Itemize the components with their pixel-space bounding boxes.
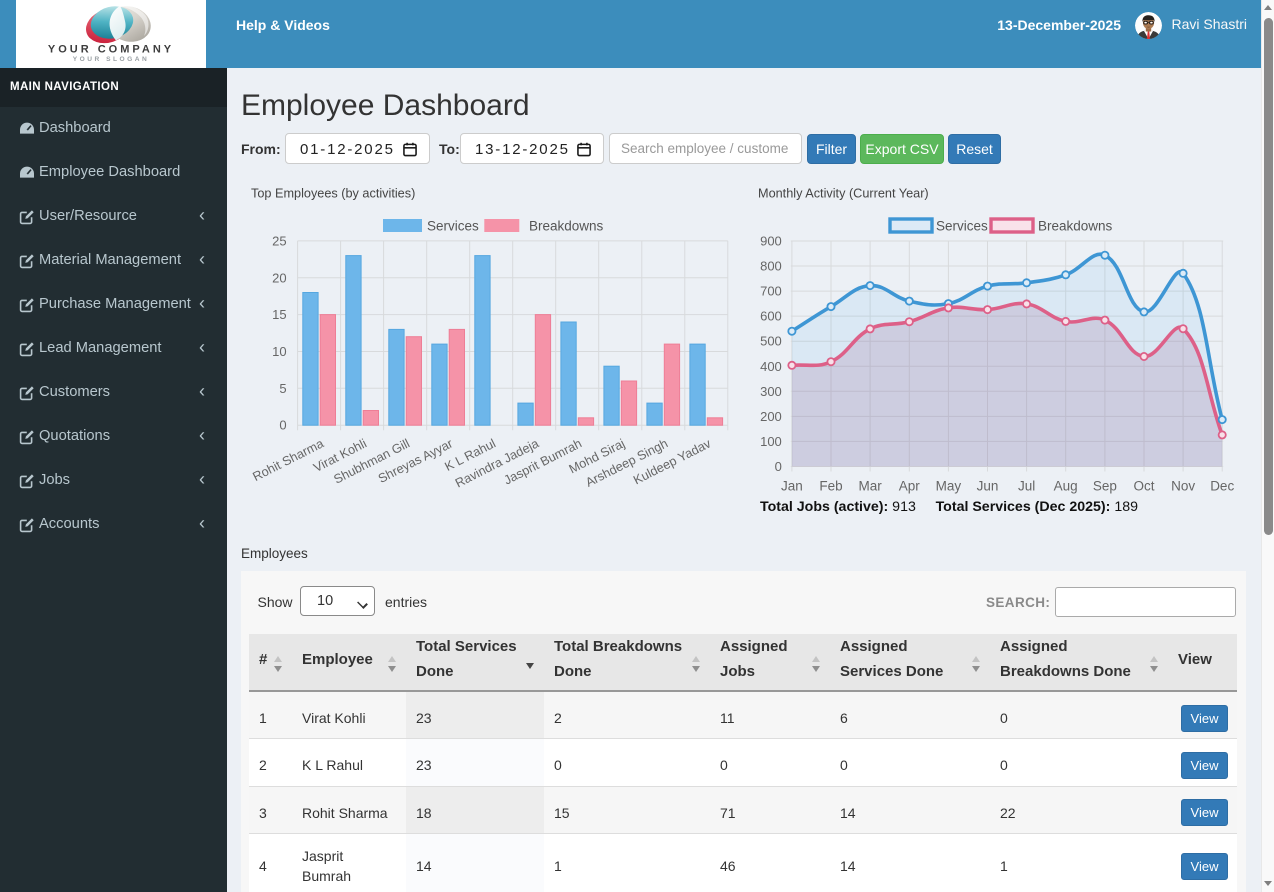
svg-text:25: 25	[272, 233, 286, 248]
svg-text:10: 10	[272, 344, 286, 359]
svg-text:Top Employees (by activities): Top Employees (by activities)	[251, 187, 415, 201]
svg-text:500: 500	[760, 334, 782, 349]
svg-text:Monthly Activity (Current Year: Monthly Activity (Current Year)	[758, 187, 929, 201]
svg-text:Dec: Dec	[1210, 479, 1234, 494]
svg-text:800: 800	[760, 259, 782, 274]
svg-text:Nov: Nov	[1171, 479, 1195, 494]
svg-text:Services: Services	[936, 219, 988, 234]
svg-text:100: 100	[760, 434, 782, 449]
svg-text:5: 5	[279, 381, 286, 396]
svg-text:Apr: Apr	[899, 479, 921, 494]
svg-text:300: 300	[760, 384, 782, 399]
svg-text:Aug: Aug	[1054, 479, 1078, 494]
svg-text:0: 0	[279, 418, 286, 433]
svg-text:400: 400	[760, 359, 782, 374]
svg-text:600: 600	[760, 309, 782, 324]
svg-text:20: 20	[272, 270, 286, 285]
svg-text:200: 200	[760, 409, 782, 424]
svg-text:Breakdowns: Breakdowns	[1038, 219, 1113, 234]
svg-text:Jan: Jan	[781, 479, 803, 494]
svg-text:Jun: Jun	[977, 479, 999, 494]
svg-text:Sep: Sep	[1093, 479, 1117, 494]
svg-text:Feb: Feb	[819, 479, 842, 494]
svg-text:Breakdowns: Breakdowns	[529, 219, 604, 234]
svg-text:Oct: Oct	[1133, 479, 1154, 494]
svg-text:700: 700	[760, 284, 782, 299]
svg-text:YOUR COMPANY: YOUR COMPANY	[48, 44, 174, 56]
svg-text:May: May	[936, 479, 962, 494]
svg-text:15: 15	[272, 307, 286, 322]
svg-text:YOUR SLOGAN: YOUR SLOGAN	[73, 56, 150, 63]
svg-text:Mar: Mar	[858, 479, 882, 494]
svg-text:0: 0	[775, 459, 782, 474]
svg-text:Services: Services	[427, 219, 479, 234]
svg-text:Jul: Jul	[1018, 479, 1035, 494]
svg-text:900: 900	[760, 234, 782, 249]
